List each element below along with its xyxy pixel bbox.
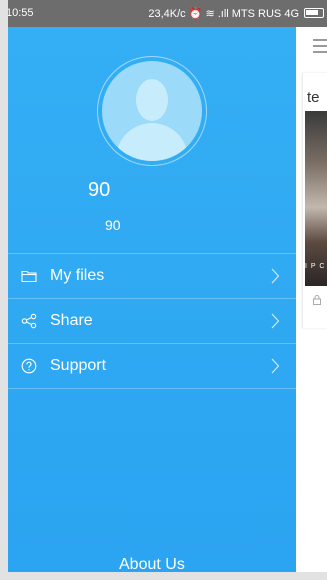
share-icon: [21, 313, 37, 329]
menu-item-support[interactable]: Support: [8, 343, 296, 389]
card-title: te: [307, 89, 320, 106]
battery-icon: [304, 8, 324, 18]
navigation-drawer: 90 90 My files Share Support About Us: [8, 27, 296, 573]
drawer-menu: My files Share Support: [8, 253, 296, 389]
user-subtitle: 90: [105, 217, 121, 233]
menu-item-label: Share: [50, 312, 93, 329]
status-bar: 10:55 23,4K/c ⏰ ≋ .ıll MTS RUS 4G: [0, 0, 327, 27]
avatar[interactable]: [102, 61, 202, 161]
avatar-head: [136, 79, 168, 121]
lock-icon: [313, 295, 321, 305]
menu-item-label: Support: [50, 357, 107, 374]
help-circle-icon: [21, 358, 37, 374]
card-image: [305, 111, 327, 286]
user-name: 90: [88, 179, 111, 201]
chevron-right-icon: [271, 268, 280, 284]
card-image-caption: I P C: [305, 263, 326, 270]
content-card[interactable]: te I P C: [302, 73, 327, 328]
background-app[interactable]: te I P C: [296, 27, 327, 572]
menu-item-my-files[interactable]: My files: [8, 253, 296, 298]
frame-left-edge: [0, 0, 8, 580]
avatar-body: [116, 123, 188, 161]
chevron-right-icon: [271, 313, 280, 329]
folder-icon: [21, 270, 37, 283]
status-time: 10:55: [6, 7, 34, 19]
menu-item-share[interactable]: Share: [8, 298, 296, 343]
chevron-right-icon: [271, 358, 280, 374]
hamburger-menu-icon[interactable]: [313, 39, 327, 57]
menu-item-label: My files: [50, 267, 105, 284]
status-indicators: 23,4K/c ⏰ ≋ .ıll MTS RUS 4G: [148, 8, 299, 20]
frame-bottom-edge: [0, 572, 327, 580]
